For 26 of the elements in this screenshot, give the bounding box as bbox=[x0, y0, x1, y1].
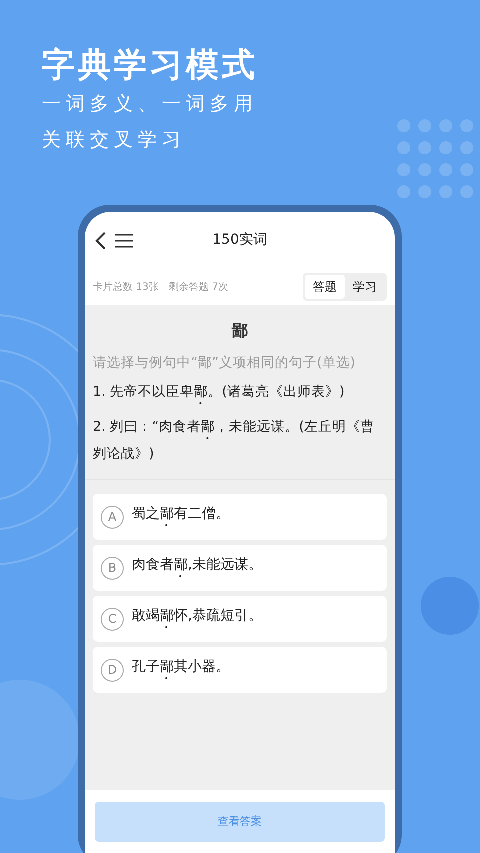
option-text: 敢竭鄙怀,恭疏短引。 bbox=[132, 607, 262, 626]
mode-tab[interactable]: 答题 bbox=[305, 275, 345, 299]
option-letter: D bbox=[101, 658, 124, 682]
example-sentence: 1. 先帝不以臣卑鄙。(诸葛亮《出师表》) bbox=[93, 383, 346, 402]
answer-option[interactable]: C 敢竭鄙怀,恭疏短引。 bbox=[93, 596, 387, 642]
promo-subtitle: 关联交叉学习 bbox=[42, 128, 187, 153]
page-title: 150实词 bbox=[212, 231, 268, 250]
option-text: 肉食者鄙,未能远谋。 bbox=[132, 556, 262, 576]
answer-option[interactable]: D 孔子鄙其小器。 bbox=[93, 647, 387, 694]
promo-subtitle: 一词多义、一词多用 bbox=[42, 92, 259, 117]
menu-icon[interactable] bbox=[115, 234, 133, 248]
stat-text: 卡片总数 13张 bbox=[93, 280, 159, 294]
option-letter: B bbox=[101, 556, 124, 580]
option-text: 蜀之鄙有二僧。 bbox=[132, 505, 230, 524]
promo-title: 字典学习模式 bbox=[42, 44, 259, 86]
headword: 鄙 bbox=[230, 320, 249, 342]
answer-option[interactable]: A 蜀之鄙有二僧。 bbox=[93, 494, 387, 540]
mode-tab[interactable]: 学习 bbox=[345, 275, 385, 299]
option-letter: A bbox=[101, 506, 124, 529]
question-instruction: 请选择与例句中“鄙”义项相同的句子(单选) bbox=[93, 354, 357, 373]
stat-text: 剩余答题 7次 bbox=[168, 280, 228, 294]
option-letter: C bbox=[101, 608, 124, 631]
answer-option[interactable]: B 肉食者鄙,未能远谋。 bbox=[93, 545, 387, 592]
example-sentence: 2. 刿曰：“肉食者鄙，未能远谋。(左丘明《曹刿论战》) bbox=[93, 418, 376, 464]
back-icon[interactable] bbox=[95, 230, 107, 250]
option-text: 孔子鄙其小器。 bbox=[132, 658, 230, 678]
